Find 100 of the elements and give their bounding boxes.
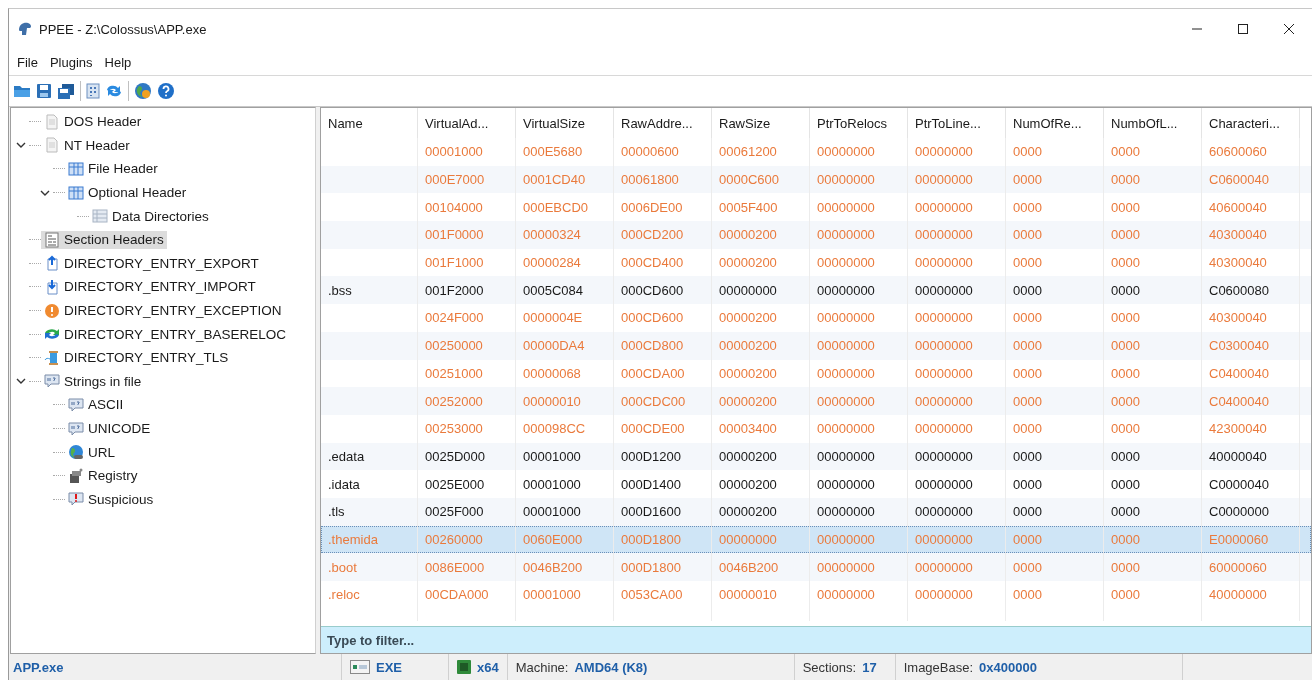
refresh-icon[interactable] bbox=[105, 83, 123, 99]
table-cell: 00000000 bbox=[810, 470, 908, 498]
column-header[interactable]: NumOfRe... bbox=[1006, 108, 1104, 138]
speech-bubble-icon bbox=[68, 396, 84, 413]
tree-item[interactable]: Registry bbox=[65, 466, 141, 485]
app-logo-icon bbox=[17, 21, 33, 37]
table-cell: 00000200 bbox=[712, 497, 810, 526]
tree-item[interactable]: DIRECTORY_ENTRY_TLS bbox=[41, 348, 232, 367]
table-cell: 00000000 bbox=[810, 165, 908, 194]
filter-field[interactable]: Type to filter... bbox=[321, 627, 1311, 653]
tree-item[interactable]: Strings in file bbox=[41, 372, 145, 391]
table-cell: 0000 bbox=[1104, 165, 1202, 194]
table-cell: 00000000 bbox=[908, 221, 1006, 249]
menu-item[interactable]: Plugins bbox=[43, 54, 99, 70]
table-cell: 00000000 bbox=[810, 442, 908, 471]
table-cell: 00000000 bbox=[908, 442, 1006, 471]
table-cell: 0000 bbox=[1006, 165, 1104, 194]
table-cell: .bss bbox=[321, 276, 418, 305]
table-cell: 000098CC bbox=[516, 414, 614, 443]
speech-bubble-icon bbox=[68, 420, 84, 437]
table-cell: 00000200 bbox=[712, 387, 810, 415]
table-cell: 00000000 bbox=[810, 304, 908, 332]
menu-item[interactable]: File bbox=[11, 54, 44, 70]
column-header[interactable]: RawAddre... bbox=[614, 108, 712, 138]
table-cell: C0000000 bbox=[1202, 497, 1300, 526]
tree-item[interactable]: Optional Header bbox=[65, 183, 190, 202]
tree-item[interactable]: DOS Header bbox=[41, 112, 145, 131]
menu-item[interactable]: Help bbox=[98, 54, 138, 70]
close-icon[interactable] bbox=[1283, 23, 1295, 35]
table-cell: 00003400 bbox=[712, 414, 810, 443]
save-icon[interactable] bbox=[36, 83, 52, 99]
table-cell: 0000 bbox=[1104, 276, 1202, 305]
table-cell: C0400040 bbox=[1202, 387, 1300, 415]
table-cell: 00001000 bbox=[516, 497, 614, 526]
tree-item[interactable]: DIRECTORY_ENTRY_EXCEPTION bbox=[41, 301, 285, 320]
status-label: Sections: bbox=[802, 659, 857, 675]
table-cell: 40000040 bbox=[1202, 442, 1300, 471]
status-value: 0x400000 bbox=[979, 659, 1037, 675]
table-cell: 000CDE00 bbox=[614, 414, 712, 443]
table-icon bbox=[68, 184, 84, 201]
grid-icon[interactable] bbox=[86, 83, 100, 99]
table-cell: 00000200 bbox=[712, 331, 810, 360]
tree-item[interactable]: File Header bbox=[65, 160, 161, 178]
folder-icon[interactable] bbox=[13, 83, 31, 99]
table-icon bbox=[92, 208, 108, 225]
table-cell: 00000600 bbox=[614, 138, 712, 166]
table-cell: 0000 bbox=[1104, 221, 1202, 249]
table-cell: 00000324 bbox=[516, 221, 614, 249]
tree-item[interactable]: ASCII bbox=[65, 395, 127, 414]
tree-item[interactable]: Data Directories bbox=[89, 207, 212, 226]
table-cell: 00000000 bbox=[908, 138, 1006, 166]
table-cell: 40300040 bbox=[1202, 304, 1300, 332]
column-header[interactable]: Characteri... bbox=[1202, 108, 1300, 138]
table-cell: 0000 bbox=[1006, 497, 1104, 526]
column-header[interactable]: PtrToLine... bbox=[908, 108, 1006, 138]
table-cell: 0000 bbox=[1006, 387, 1104, 415]
window-icon bbox=[350, 660, 370, 674]
tree-item[interactable]: NT Header bbox=[41, 136, 133, 155]
table-cell: 00000200 bbox=[712, 221, 810, 249]
tree-item[interactable]: DIRECTORY_ENTRY_IMPORT bbox=[41, 277, 259, 296]
table-cell: 0025E000 bbox=[418, 470, 516, 498]
table-cell: 0000 bbox=[1006, 304, 1104, 332]
save-all-icon[interactable] bbox=[57, 82, 75, 100]
help-icon[interactable] bbox=[157, 82, 175, 100]
status-label: Machine: bbox=[515, 659, 569, 675]
status-label: ImageBase: bbox=[903, 659, 974, 675]
tree-item[interactable]: Suspicious bbox=[65, 490, 157, 509]
tree-item[interactable]: DIRECTORY_ENTRY_EXPORT bbox=[41, 254, 262, 273]
tree-item[interactable]: URL bbox=[65, 443, 118, 462]
table-cell: 00061200 bbox=[712, 138, 810, 166]
chip-icon bbox=[457, 660, 471, 674]
table-cell: 00000000 bbox=[908, 276, 1006, 305]
table-cell: 00000DA4 bbox=[516, 331, 614, 360]
table-cell: 00000000 bbox=[810, 221, 908, 249]
column-header[interactable]: PtrToRelocs bbox=[810, 108, 908, 138]
tree-item[interactable]: UNICODE bbox=[65, 419, 154, 438]
table-cell: 00000000 bbox=[810, 276, 908, 305]
tree-item[interactable]: DIRECTORY_ENTRY_BASERELOC bbox=[41, 325, 290, 344]
globe-icon[interactable] bbox=[134, 82, 152, 100]
table-cell: 001F0000 bbox=[418, 221, 516, 249]
table-cell: 60600060 bbox=[1202, 138, 1300, 166]
export-icon bbox=[44, 255, 60, 272]
tree-item[interactable]: Section Headers bbox=[41, 230, 167, 249]
column-header[interactable]: NumbOfL... bbox=[1104, 108, 1202, 138]
registry-icon bbox=[68, 467, 84, 484]
table-cell: 0000 bbox=[1104, 442, 1202, 471]
table-cell: 0053CA00 bbox=[614, 581, 712, 609]
table-cell: 0000 bbox=[1104, 387, 1202, 415]
table-cell: .boot bbox=[321, 553, 418, 581]
column-header[interactable]: VirtualAd... bbox=[418, 108, 516, 138]
table-cell: 00000200 bbox=[712, 304, 810, 332]
table-cell: 0000 bbox=[1104, 414, 1202, 443]
maximize-icon[interactable] bbox=[1237, 23, 1249, 35]
column-header[interactable]: RawSize bbox=[712, 108, 810, 138]
table-cell: 00252000 bbox=[418, 387, 516, 415]
table-cell: C0000040 bbox=[1202, 470, 1300, 498]
table-cell: 00000000 bbox=[908, 304, 1006, 332]
column-header[interactable]: VirtualSize bbox=[516, 108, 614, 138]
table-cell: 00000000 bbox=[712, 276, 810, 305]
column-header[interactable]: Name bbox=[321, 108, 418, 138]
